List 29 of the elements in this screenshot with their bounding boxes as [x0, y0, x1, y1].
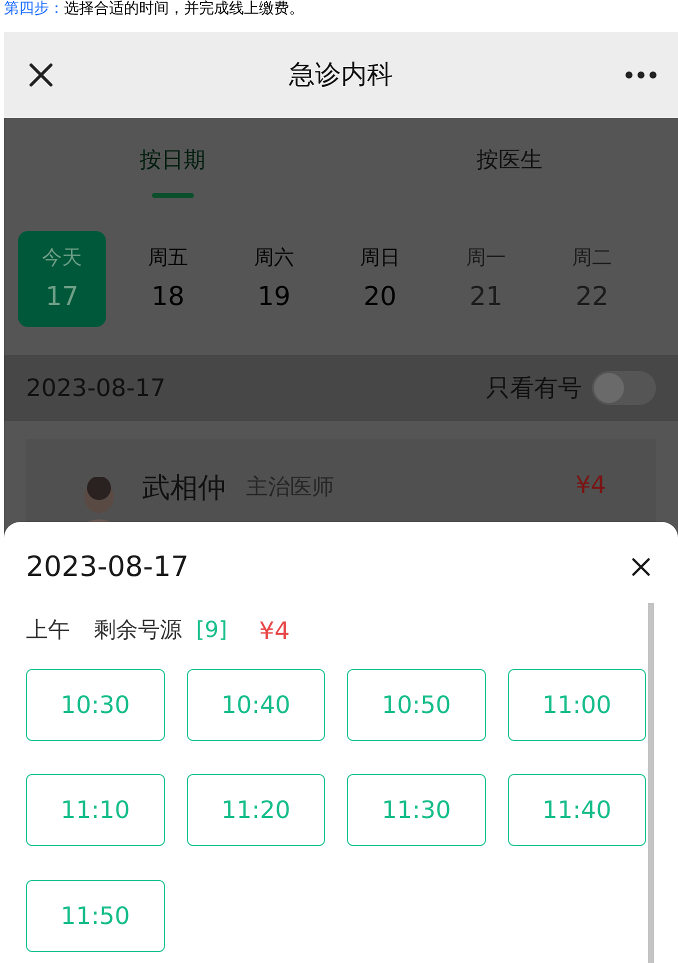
- remaining-label: 剩余号源: [94, 617, 182, 646]
- date-tab[interactable]: 周六 19: [230, 231, 318, 327]
- time-slot-button[interactable]: 10:50: [347, 669, 486, 741]
- date-tab[interactable]: 周二 22: [548, 231, 636, 327]
- slot-price: ¥4: [259, 616, 290, 647]
- doctor-price: ¥4: [575, 470, 606, 501]
- date-tab[interactable]: 周五 18: [124, 231, 212, 327]
- page-title: 急诊内科: [289, 58, 393, 92]
- step-description: 选择合适的时间，并完成线上缴费。: [64, 0, 304, 18]
- time-slot-button[interactable]: 11:20: [186, 774, 326, 846]
- more-icon[interactable]: [624, 70, 658, 80]
- sheet-date: 2023-08-17: [26, 549, 189, 586]
- doctor-name: 武相仲: [142, 470, 226, 506]
- time-slot-button[interactable]: 11:40: [508, 774, 646, 846]
- time-slot-button[interactable]: 10:40: [186, 669, 326, 741]
- period-label: 上午: [26, 617, 70, 646]
- date-tab[interactable]: 周日 20: [336, 231, 424, 327]
- toggle-switch[interactable]: [592, 371, 656, 405]
- date-tab[interactable]: 周一 21: [442, 231, 530, 327]
- remaining-count: [9]: [196, 617, 228, 646]
- time-slot-button[interactable]: 11:00: [508, 669, 646, 741]
- step-label: 第四步：: [4, 0, 64, 18]
- time-slot-button[interactable]: 11:30: [347, 774, 486, 846]
- time-slot-button[interactable]: 10:30: [26, 669, 165, 741]
- time-slot-button[interactable]: 11:10: [26, 774, 165, 846]
- tab[interactable]: 按日期: [4, 118, 341, 215]
- tab[interactable]: 按医生: [341, 118, 678, 215]
- time-slot-button[interactable]: 11:50: [26, 880, 165, 952]
- date-tab[interactable]: 今天 17: [18, 231, 106, 327]
